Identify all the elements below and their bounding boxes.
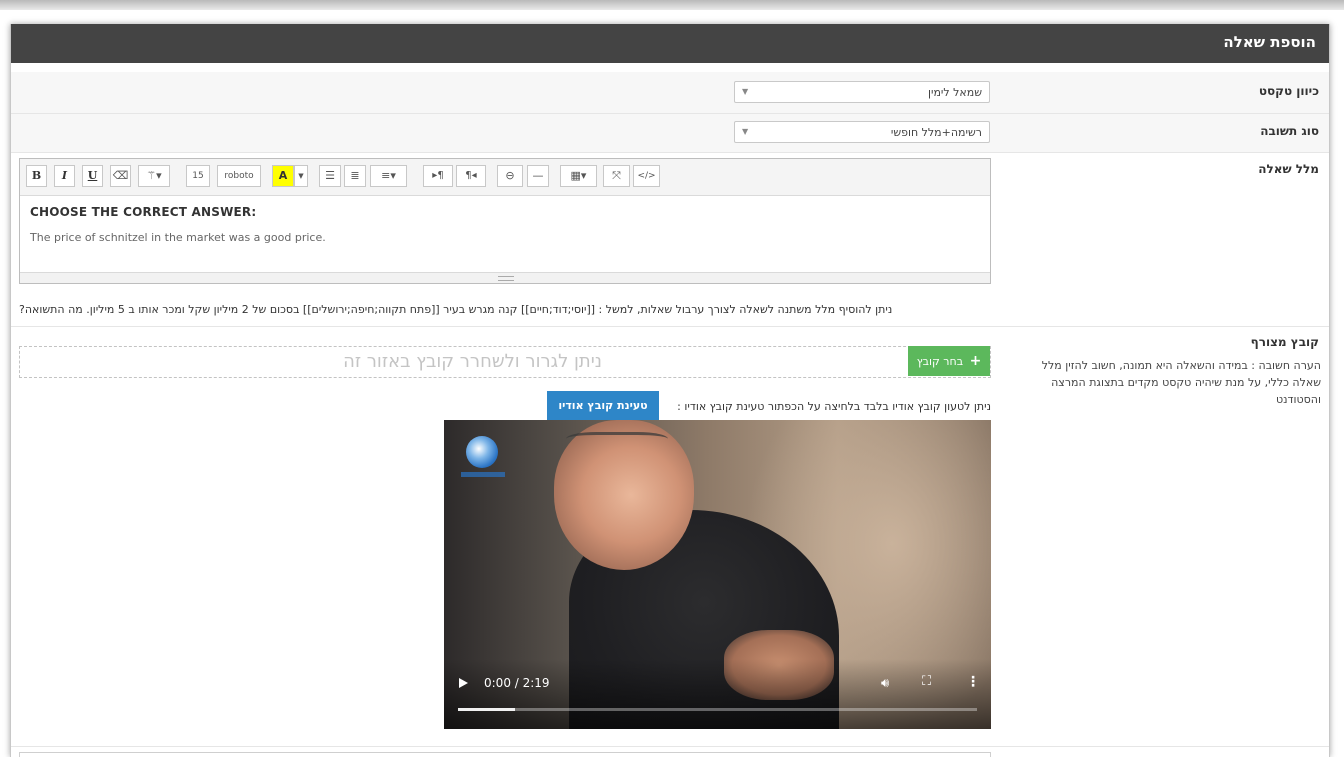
dropzone-text: ניתן לגרור ולשחרר קובץ באזור זה: [343, 351, 602, 372]
choose-file-label: בחר קובץ: [916, 355, 964, 368]
rtl-paragraph-icon[interactable]: ¶◂: [456, 165, 486, 187]
bullet-list-icon[interactable]: ☰: [319, 165, 341, 187]
highlight-button[interactable]: A: [272, 165, 294, 187]
editor-heading: CHOOSE THE CORRECT ANSWER:: [30, 205, 257, 219]
row-divider: [11, 746, 1329, 747]
italic-button[interactable]: I: [54, 165, 75, 187]
next-field[interactable]: [19, 752, 991, 757]
align-icon[interactable]: ≡▾: [370, 165, 407, 187]
answer-type-label: סוג תשובה: [1260, 124, 1319, 138]
code-view-icon[interactable]: </>: [633, 165, 660, 187]
editor-toolbar: B I U ⌫ ⚚▾ 15 roboto A ▼ ☰ ≣ ≡▾ ▸¶ ¶◂ ⊖ …: [20, 159, 990, 196]
font-name-button[interactable]: roboto: [217, 165, 261, 187]
answer-type-row: סוג תשובה רשימה+מלל חופשי ▼: [11, 114, 1329, 152]
browser-top-strip: [0, 0, 1344, 10]
file-dropzone[interactable]: ניתן לגרור ולשחרר קובץ באזור זה בחר קובץ…: [19, 346, 991, 378]
editor-content[interactable]: CHOOSE THE CORRECT ANSWER: The price of …: [30, 205, 980, 244]
controls-shade: [444, 659, 991, 729]
question-editor[interactable]: B I U ⌫ ⚚▾ 15 roboto A ▼ ☰ ≣ ≡▾ ▸¶ ¶◂ ⊖ …: [19, 158, 991, 284]
more-options-icon[interactable]: ⋮: [966, 674, 980, 690]
chevron-down-icon[interactable]: ▼: [294, 165, 308, 187]
logo-caption: [461, 472, 505, 477]
answer-type-value: רשימה+מלל חופשי: [890, 126, 982, 139]
row-divider: [11, 326, 1329, 327]
video-progress-track[interactable]: [458, 708, 977, 711]
direction-value: שמאל לימין: [927, 86, 982, 99]
attachment-note: הערה חשובה : במידה והשאלה היא תמונה, חשו…: [1041, 359, 1321, 406]
fullscreen-icon[interactable]: ⛶: [922, 674, 931, 689]
link-icon[interactable]: ⊖: [497, 165, 523, 187]
logo-icon: [466, 436, 498, 468]
video-time: 0:00 / 2:19: [484, 676, 550, 690]
shuffle-hint: ניתן להוסיף מלל משתנה לשאלה לצורך ערבול …: [19, 303, 893, 316]
video-progress-fill: [458, 708, 516, 711]
editor-resize-handle[interactable]: [20, 272, 990, 283]
font-size-button[interactable]: 15: [186, 165, 210, 187]
magic-wand-icon[interactable]: ⚚▾: [138, 165, 170, 187]
row-divider: [11, 152, 1329, 153]
answer-type-select[interactable]: רשימה+מלל חופשי ▼: [734, 121, 990, 143]
fullscreen-icon[interactable]: ⤧: [603, 165, 630, 187]
direction-label: כיוון טקסט: [1258, 84, 1319, 98]
table-icon[interactable]: ▦▾: [560, 165, 597, 187]
volume-icon[interactable]: 🔊︎: [881, 676, 889, 691]
choose-file-button[interactable]: בחר קובץ +: [908, 346, 990, 376]
plus-icon: +: [969, 353, 982, 369]
grip-icon: [498, 276, 514, 281]
attachment-label: קובץ מצורף: [1250, 335, 1319, 349]
add-question-panel: הוספת שאלה כיוון טקסט שמאל לימין ▼ סוג ת…: [10, 24, 1330, 757]
chevron-down-icon: ▼: [742, 127, 749, 136]
question-text-label: מלל שאלה: [1258, 162, 1319, 176]
underline-button[interactable]: U: [82, 165, 103, 187]
editor-body: The price of schnitzel in the market was…: [30, 231, 326, 244]
audio-instruction: ניתן לטעון קובץ אודיו בלבד בלחיצה על הכפ…: [677, 400, 991, 413]
chevron-down-icon: ▼: [742, 87, 749, 96]
video-player[interactable]: 0:00 / 2:19 🔊︎ ⛶ ⋮: [444, 420, 991, 729]
bold-button[interactable]: B: [26, 165, 47, 187]
direction-row: כיוון טקסט שמאל לימין ▼: [11, 72, 1329, 113]
load-audio-button[interactable]: טעינת קובץ אודיו: [547, 391, 659, 420]
eraser-icon[interactable]: ⌫: [110, 165, 131, 187]
panel-header: הוספת שאלה: [11, 24, 1329, 63]
direction-select[interactable]: שמאל לימין ▼: [734, 81, 990, 103]
ltr-paragraph-icon[interactable]: ▸¶: [423, 165, 453, 187]
video-frame-glasses: [566, 432, 668, 455]
play-icon[interactable]: [459, 678, 468, 688]
horizontal-rule-icon[interactable]: —: [527, 165, 549, 187]
panel-title: הוספת שאלה: [1223, 33, 1316, 51]
numbered-list-icon[interactable]: ≣: [344, 165, 366, 187]
